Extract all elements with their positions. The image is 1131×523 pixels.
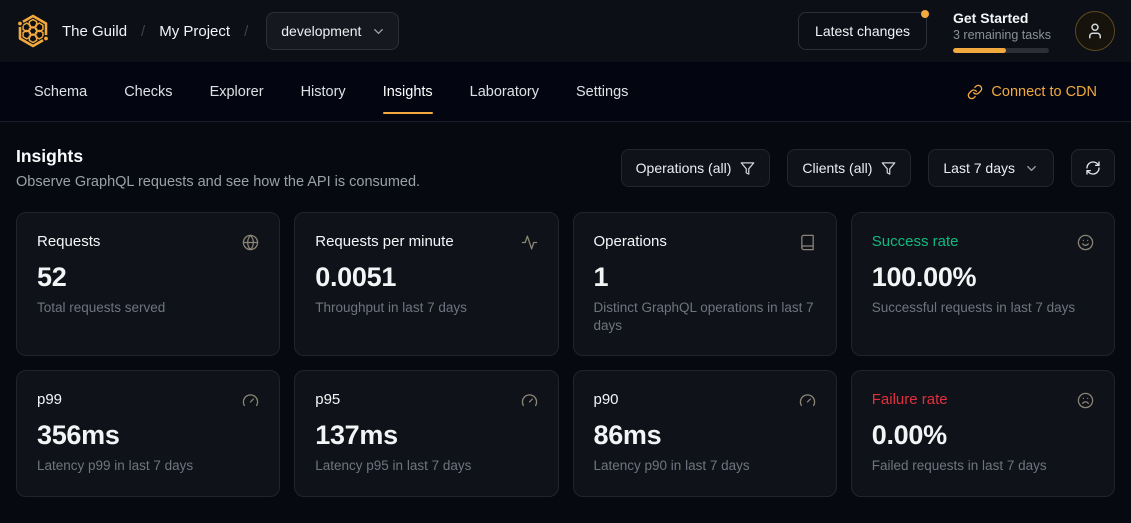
breadcrumb-org[interactable]: The Guild bbox=[62, 23, 127, 40]
stat-card-p99: p99 356ms Latency p99 in last 7 days bbox=[16, 370, 280, 496]
link-icon bbox=[967, 84, 983, 100]
operations-filter-button[interactable]: Operations (all) bbox=[621, 149, 771, 187]
card-value: 100.00% bbox=[872, 262, 1094, 293]
card-title: p95 bbox=[315, 391, 340, 408]
filter-icon bbox=[740, 161, 755, 176]
card-description: Distinct GraphQL operations in last 7 da… bbox=[594, 299, 816, 335]
breadcrumb-project[interactable]: My Project bbox=[159, 23, 230, 40]
clients-filter-label: Clients (all) bbox=[802, 160, 872, 176]
gauge-icon bbox=[799, 392, 816, 409]
frown-icon bbox=[1077, 392, 1094, 409]
page-title: Insights bbox=[16, 146, 420, 167]
period-select-value: Last 7 days bbox=[943, 160, 1015, 176]
tab-laboratory[interactable]: Laboratory bbox=[470, 62, 539, 121]
stat-card-p90: p90 86ms Latency p90 in last 7 days bbox=[573, 370, 837, 496]
tab-explorer[interactable]: Explorer bbox=[210, 62, 264, 121]
tab-settings[interactable]: Settings bbox=[576, 62, 628, 121]
stat-card-requests: Requests 52 Total requests served bbox=[16, 212, 280, 356]
breadcrumb-separator: / bbox=[244, 23, 248, 40]
card-title: p90 bbox=[594, 391, 619, 408]
get-started-progressbar bbox=[953, 48, 1049, 53]
card-value: 356ms bbox=[37, 420, 259, 451]
get-started-subtitle: 3 remaining tasks bbox=[953, 28, 1049, 42]
get-started-progress-fill bbox=[953, 48, 1006, 53]
card-title: Requests per minute bbox=[315, 233, 453, 250]
card-description: Total requests served bbox=[37, 299, 259, 317]
stats-grid: Requests 52 Total requests served Reques… bbox=[16, 212, 1115, 497]
card-value: 52 bbox=[37, 262, 259, 293]
insights-page: Insights Observe GraphQL requests and se… bbox=[0, 122, 1131, 497]
operations-filter-label: Operations (all) bbox=[636, 160, 732, 176]
card-description: Latency p90 in last 7 days bbox=[594, 457, 816, 475]
target-select[interactable]: development bbox=[266, 12, 399, 50]
get-started-widget[interactable]: Get Started 3 remaining tasks bbox=[953, 10, 1049, 53]
nav-tabs: Schema Checks Explorer History Insights … bbox=[34, 62, 628, 121]
breadcrumb-separator: / bbox=[141, 23, 145, 40]
chevron-down-icon bbox=[371, 24, 386, 39]
connect-to-cdn-link[interactable]: Connect to CDN bbox=[967, 62, 1097, 121]
card-description: Latency p95 in last 7 days bbox=[315, 457, 537, 475]
card-value: 0.0051 bbox=[315, 262, 537, 293]
book-icon bbox=[799, 234, 816, 251]
avatar[interactable] bbox=[1075, 11, 1115, 51]
topbar-right: Latest changes Get Started 3 remaining t… bbox=[798, 10, 1115, 53]
stat-card-p95: p95 137ms Latency p95 in last 7 days bbox=[294, 370, 558, 496]
card-description: Throughput in last 7 days bbox=[315, 299, 537, 317]
card-title: p99 bbox=[37, 391, 62, 408]
stat-card-failure-rate: Failure rate 0.00% Failed requests in la… bbox=[851, 370, 1115, 496]
stat-card-success-rate: Success rate 100.00% Successful requests… bbox=[851, 212, 1115, 356]
connect-to-cdn-label: Connect to CDN bbox=[991, 84, 1097, 100]
get-started-title: Get Started bbox=[953, 10, 1049, 26]
latest-changes-button[interactable]: Latest changes bbox=[798, 12, 927, 50]
page-description: Observe GraphQL requests and see how the… bbox=[16, 174, 420, 190]
filter-icon bbox=[881, 161, 896, 176]
period-select[interactable]: Last 7 days bbox=[928, 149, 1054, 187]
user-icon bbox=[1086, 22, 1104, 40]
smile-icon bbox=[1077, 234, 1094, 251]
card-title: Operations bbox=[594, 233, 667, 250]
tab-history[interactable]: History bbox=[301, 62, 346, 121]
card-value: 0.00% bbox=[872, 420, 1094, 451]
stat-card-operations: Operations 1 Distinct GraphQL operations… bbox=[573, 212, 837, 356]
filters-toolbar: Operations (all) Clients (all) Last 7 da… bbox=[621, 149, 1115, 187]
refresh-icon bbox=[1085, 160, 1101, 176]
tab-checks[interactable]: Checks bbox=[124, 62, 172, 121]
activity-icon bbox=[521, 234, 538, 251]
card-description: Successful requests in last 7 days bbox=[872, 299, 1094, 317]
chevron-down-icon bbox=[1024, 161, 1039, 176]
refresh-button[interactable] bbox=[1071, 149, 1115, 187]
card-description: Failed requests in last 7 days bbox=[872, 457, 1094, 475]
card-title: Success rate bbox=[872, 233, 959, 250]
main-nav: Schema Checks Explorer History Insights … bbox=[0, 62, 1131, 122]
globe-icon bbox=[242, 234, 259, 251]
target-select-value: development bbox=[281, 23, 361, 39]
gauge-icon bbox=[242, 392, 259, 409]
card-description: Latency p99 in last 7 days bbox=[37, 457, 259, 475]
stat-card-rpm: Requests per minute 0.0051 Throughput in… bbox=[294, 212, 558, 356]
tab-schema[interactable]: Schema bbox=[34, 62, 87, 121]
card-title: Failure rate bbox=[872, 391, 948, 408]
topbar: The Guild / My Project / development Lat… bbox=[0, 0, 1131, 62]
gauge-icon bbox=[521, 392, 538, 409]
notification-dot bbox=[921, 10, 929, 18]
clients-filter-button[interactable]: Clients (all) bbox=[787, 149, 911, 187]
insights-header: Insights Observe GraphQL requests and se… bbox=[16, 146, 1115, 190]
card-value: 1 bbox=[594, 262, 816, 293]
breadcrumb: The Guild / My Project / bbox=[62, 23, 248, 40]
insights-header-text: Insights Observe GraphQL requests and se… bbox=[16, 146, 420, 190]
card-value: 86ms bbox=[594, 420, 816, 451]
card-value: 137ms bbox=[315, 420, 537, 451]
hive-honeycomb-logo-icon[interactable] bbox=[16, 14, 50, 48]
card-title: Requests bbox=[37, 233, 100, 250]
tab-insights[interactable]: Insights bbox=[383, 62, 433, 121]
latest-changes-label: Latest changes bbox=[815, 23, 910, 39]
